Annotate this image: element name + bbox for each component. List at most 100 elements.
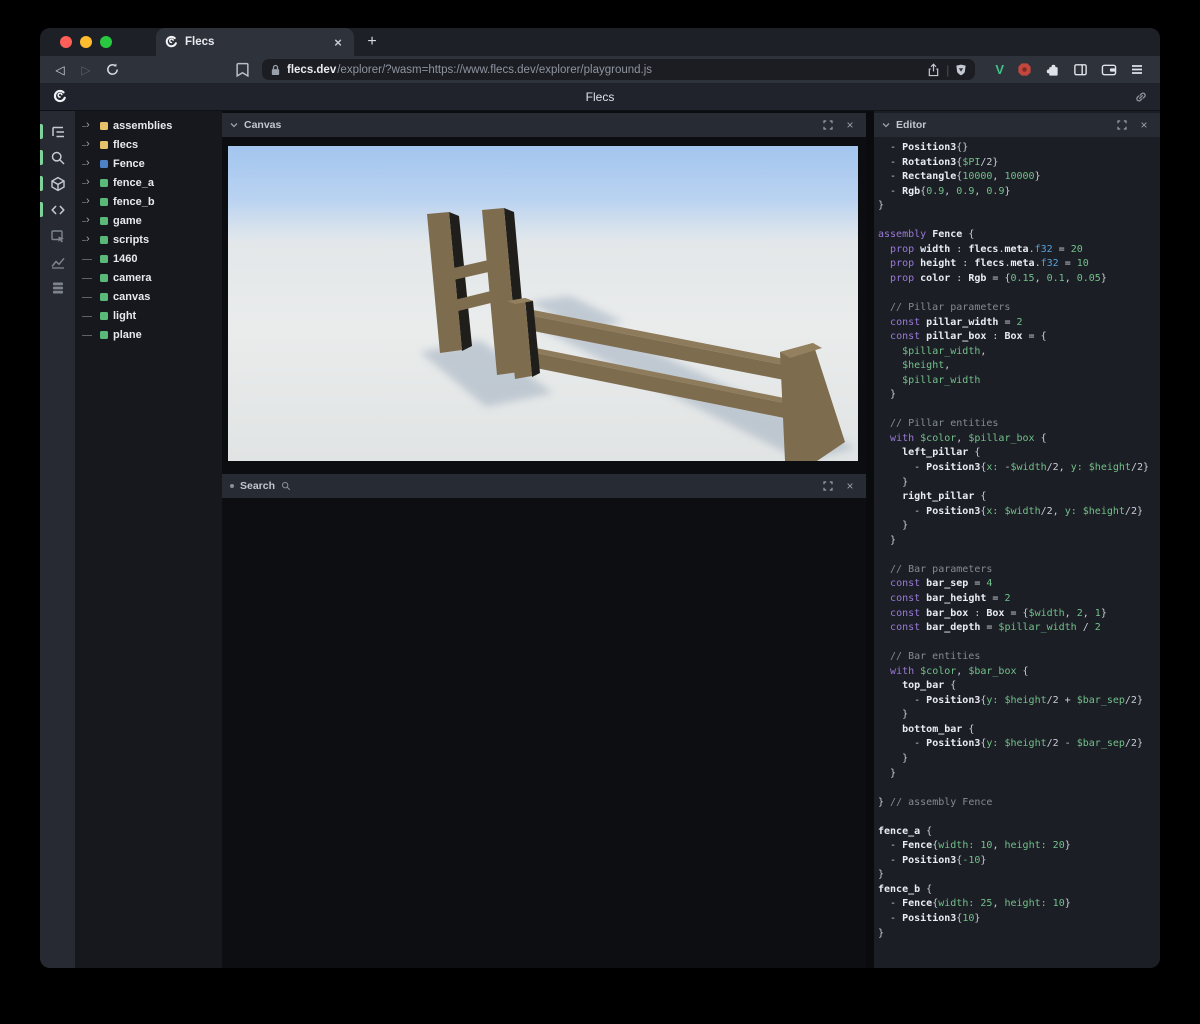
- canvas-cube-icon[interactable]: [40, 171, 75, 197]
- code-line: const bar_box : Box = {$width, 2, 1}: [890, 607, 1107, 619]
- tree-item[interactable]: game: [75, 211, 222, 230]
- code-line: prop color : Rgb = {0.15, 0.1, 0.05}: [890, 272, 1107, 284]
- code-line: - Position3{x: -$width/2, y: $height/2}: [878, 462, 1149, 474]
- leaf-dash-icon: [82, 329, 95, 341]
- tree-item[interactable]: flecs: [75, 135, 222, 154]
- entity-color-square: [100, 330, 108, 339]
- search-panel-header: Search ×: [222, 474, 866, 498]
- url-bar[interactable]: flecs.dev /explorer/?wasm=https://www.fl…: [262, 59, 976, 80]
- adblock-extension-icon[interactable]: [1017, 62, 1032, 77]
- brave-shield-icon[interactable]: [955, 63, 967, 77]
- bookmark-icon[interactable]: [232, 60, 252, 80]
- entity-color-square: [100, 292, 108, 301]
- fullscreen-icon[interactable]: [1114, 117, 1130, 133]
- panel-divider[interactable]: [866, 111, 874, 968]
- menu-hamburger-icon[interactable]: [1130, 63, 1144, 76]
- code-line: - Position3{}: [878, 142, 969, 153]
- fullscreen-icon[interactable]: [820, 117, 836, 133]
- canvas-3d-viewport[interactable]: [228, 146, 858, 461]
- center-column: Canvas × Search ×: [222, 111, 866, 968]
- tree-item[interactable]: scripts: [75, 230, 222, 249]
- reload-button[interactable]: [102, 60, 122, 80]
- code-line: fence_a {: [878, 825, 933, 837]
- expand-arrow-icon[interactable]: [82, 138, 95, 151]
- code-line: top_bar {: [902, 680, 957, 692]
- icon-sidebar: [40, 111, 75, 968]
- close-icon[interactable]: ×: [1136, 117, 1152, 133]
- browser-toolbar: ◁ ▷ flecs.dev /explorer/?wasm=https://ww…: [40, 56, 1160, 83]
- tree-item[interactable]: assemblies: [75, 116, 222, 135]
- url-bar-divider: |: [946, 62, 950, 77]
- expand-arrow-icon[interactable]: [82, 176, 95, 189]
- code-line: $pillar_width,: [902, 345, 987, 357]
- tree-item-label: Fence: [113, 157, 145, 170]
- tree-item-label: assemblies: [113, 119, 173, 132]
- tree-item-label: game: [113, 214, 142, 227]
- sidebar-panel-icon[interactable]: [1073, 62, 1088, 77]
- code-line: const bar_height = 2: [890, 592, 1011, 604]
- extensions-puzzle-icon[interactable]: [1045, 62, 1060, 77]
- entity-tree-icon[interactable]: [40, 119, 75, 145]
- code-line: const bar_depth = $pillar_width / 2: [890, 622, 1101, 634]
- expand-arrow-icon[interactable]: [82, 119, 95, 132]
- code-icon[interactable]: [40, 197, 75, 223]
- browser-tab[interactable]: Flecs ×: [156, 28, 354, 56]
- entity-color-square: [100, 254, 108, 263]
- tree-item[interactable]: plane: [75, 325, 222, 344]
- search-icon[interactable]: [40, 145, 75, 171]
- share-icon[interactable]: [927, 62, 940, 77]
- panel-dot-icon[interactable]: [230, 484, 234, 488]
- code-line: - Fence{width: 10, height: 20}: [878, 840, 1071, 852]
- code-line: prop width : flecs.meta.f32 = 20: [890, 243, 1083, 255]
- new-tab-button[interactable]: +: [364, 33, 380, 50]
- expand-arrow-icon[interactable]: [82, 195, 95, 208]
- tree-item[interactable]: Fence: [75, 154, 222, 173]
- tree-item[interactable]: camera: [75, 268, 222, 287]
- minimize-window-button[interactable]: [80, 36, 92, 48]
- zoom-window-button[interactable]: [100, 36, 112, 48]
- expand-arrow-icon[interactable]: [82, 157, 95, 170]
- sky: [228, 146, 858, 250]
- forward-button[interactable]: ▷: [76, 60, 96, 80]
- code-editor[interactable]: - Position3{} - Rotation3{$PI/2} - Recta…: [874, 137, 1160, 968]
- queries-rows-icon[interactable]: [40, 275, 75, 301]
- code-line: prop height : flecs.meta.f32 = 10: [890, 258, 1089, 270]
- tree-item-label: camera: [113, 271, 152, 284]
- tree-item[interactable]: light: [75, 306, 222, 325]
- entity-color-square: [100, 140, 108, 149]
- tree-item[interactable]: canvas: [75, 287, 222, 306]
- code-line: with $color, $bar_box {: [890, 665, 1029, 677]
- code-line: }: [878, 200, 885, 212]
- chevron-down-icon[interactable]: [230, 122, 238, 128]
- entity-color-square: [100, 121, 108, 130]
- tree-item-label: 1460: [113, 252, 138, 265]
- inspect-icon[interactable]: [40, 223, 75, 249]
- fullscreen-icon[interactable]: [820, 478, 836, 494]
- lock-icon[interactable]: [270, 64, 281, 76]
- tree-item[interactable]: fence_b: [75, 192, 222, 211]
- code-line: }: [878, 869, 885, 881]
- code-line: } // assembly Fence: [878, 796, 993, 808]
- app-main: assemblies flecs Fence fence_a fence_bgame sc…: [40, 111, 1160, 968]
- search-small-icon: [281, 481, 291, 491]
- close-icon[interactable]: ×: [842, 478, 858, 494]
- tree-item[interactable]: fence_a: [75, 173, 222, 192]
- tree-item[interactable]: 1460: [75, 249, 222, 268]
- entity-color-square: [100, 178, 108, 187]
- vue-devtools-extension-icon[interactable]: V: [995, 62, 1004, 77]
- tab-close-icon[interactable]: ×: [330, 34, 346, 50]
- expand-arrow-icon[interactable]: [82, 233, 95, 246]
- editor-column: Editor × - Position3{} - Rotation3{$PI/2…: [874, 111, 1160, 968]
- expand-arrow-icon[interactable]: [82, 214, 95, 227]
- code-line: with $color, $pillar_box {: [890, 432, 1047, 444]
- close-icon[interactable]: ×: [842, 117, 858, 133]
- close-window-button[interactable]: [60, 36, 72, 48]
- back-button[interactable]: ◁: [50, 60, 70, 80]
- code-line: $pillar_width: [902, 374, 981, 386]
- stats-chart-icon[interactable]: [40, 249, 75, 275]
- code-line: }: [878, 767, 897, 779]
- code-line: const pillar_width = 2: [890, 316, 1023, 328]
- chevron-down-icon[interactable]: [882, 122, 890, 128]
- wallet-icon[interactable]: [1101, 62, 1117, 77]
